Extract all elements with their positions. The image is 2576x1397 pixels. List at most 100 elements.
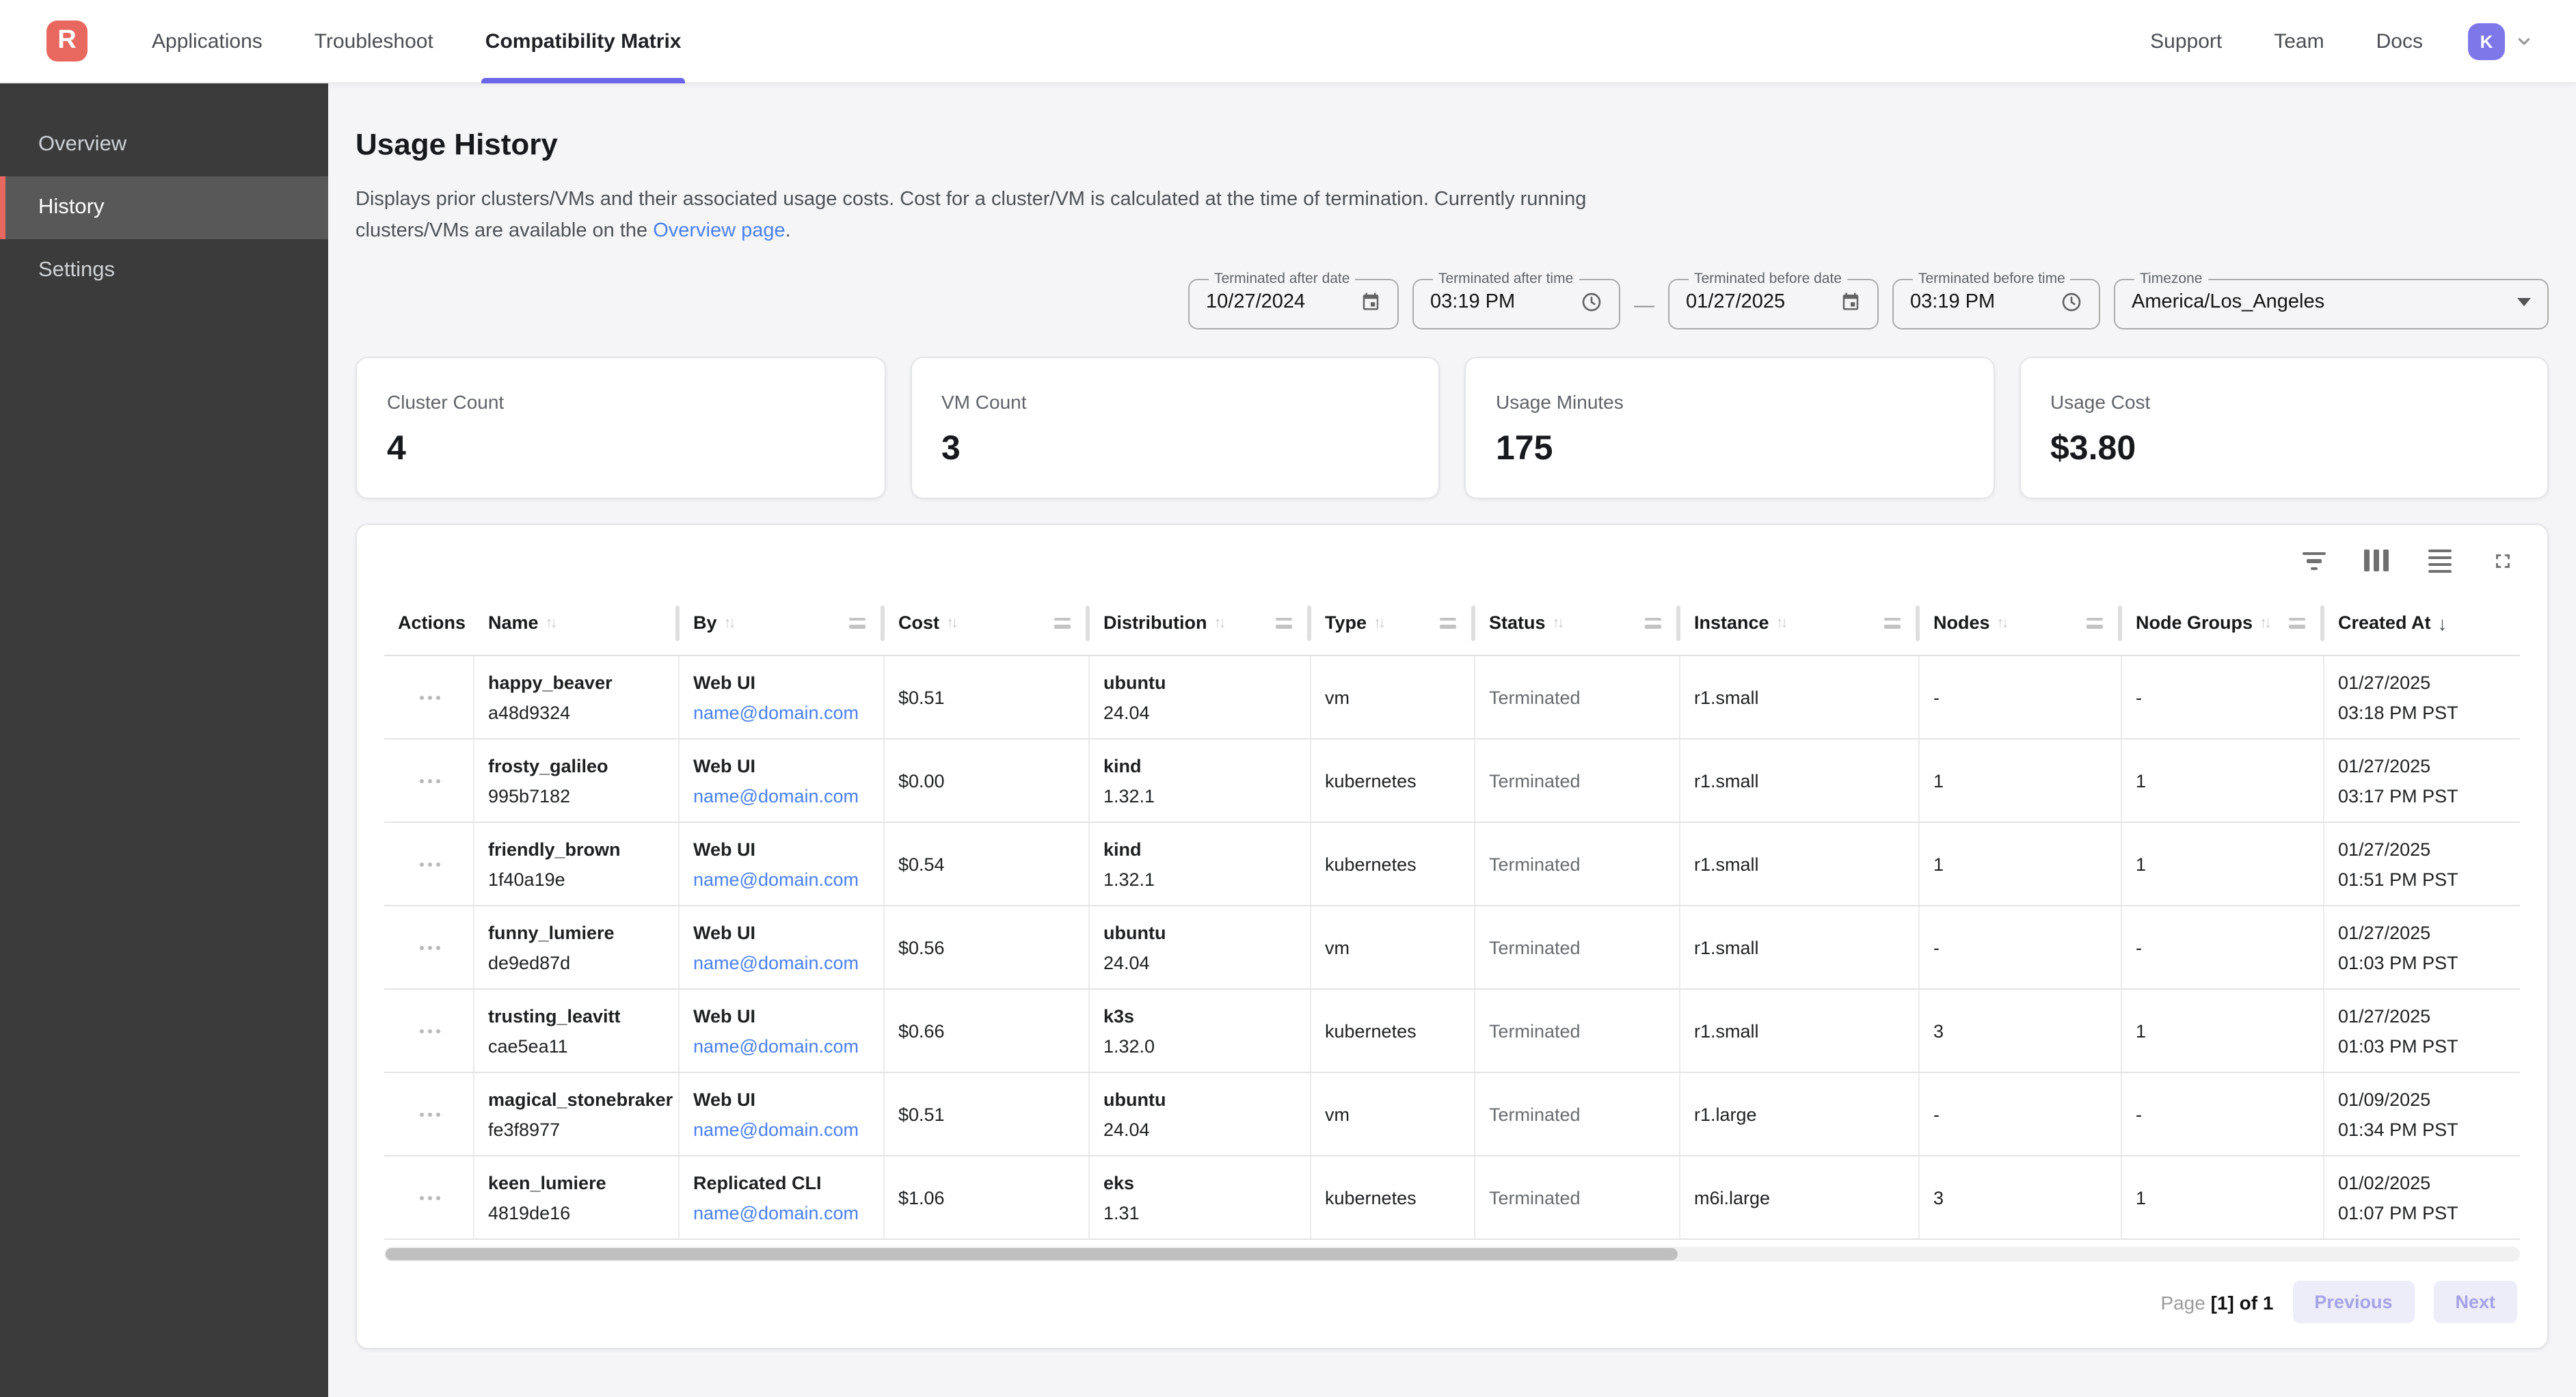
- type-cell: kubernetes: [1311, 990, 1475, 1072]
- type-cell: vm: [1311, 907, 1475, 989]
- instance-cell: m6i.large: [1680, 1157, 1920, 1239]
- email-link[interactable]: name@domain.com: [693, 1203, 872, 1223]
- column-menu-icon[interactable]: [1884, 618, 1901, 629]
- account-menu-button[interactable]: K: [2468, 23, 2535, 59]
- row-actions-button[interactable]: [398, 1029, 462, 1033]
- terminated-before-time-field[interactable]: Terminated before time 03:19 PM: [1892, 273, 2100, 330]
- column-header-cost[interactable]: Cost ↑↓: [885, 591, 1090, 655]
- type-cell: kubernetes: [1311, 1157, 1475, 1239]
- type-value: vm: [1325, 938, 1463, 958]
- horizontal-scrollbar-track[interactable]: [384, 1247, 2520, 1262]
- sort-icon[interactable]: ↑↓: [1553, 615, 1562, 632]
- sort-icon[interactable]: ↑↓: [1373, 615, 1383, 632]
- column-header-distribution[interactable]: Distribution↑↓: [1090, 591, 1311, 655]
- created-at-cell: 01/09/2025 01:34 PM PST: [2324, 1074, 2523, 1156]
- email-link[interactable]: name@domain.com: [693, 703, 872, 723]
- calendar-icon[interactable]: [1840, 292, 1861, 312]
- column-menu-icon[interactable]: [1440, 618, 1456, 629]
- stat-card-usage-cost: Usage Cost $3.80: [2019, 357, 2549, 500]
- column-header-created-at[interactable]: Created At ↓: [2324, 591, 2523, 655]
- column-header-status[interactable]: Status↑↓: [1475, 591, 1680, 655]
- column-label: Created At: [2338, 613, 2431, 634]
- column-header-name[interactable]: Name↑↓: [474, 591, 680, 655]
- distribution-cell: kind 1.32.1: [1090, 740, 1311, 822]
- node-groups-cell: -: [2122, 1074, 2324, 1156]
- usage-table: Actions Name↑↓ By↑↓ Cost↑↓ Distribution↑…: [384, 591, 2520, 1240]
- row-actions-button[interactable]: [398, 1195, 462, 1200]
- email-link[interactable]: name@domain.com: [693, 786, 872, 806]
- row-actions-button[interactable]: [398, 1112, 462, 1117]
- column-menu-icon[interactable]: [849, 618, 866, 629]
- overview-page-link[interactable]: Overview page: [653, 220, 785, 242]
- stat-cards-row: Cluster Count 4 VM Count 3 Usage Minutes…: [355, 357, 2549, 500]
- email-link[interactable]: name@domain.com: [693, 1036, 872, 1057]
- sort-icon[interactable]: ↑↓: [1997, 615, 2007, 632]
- column-header-node-groups[interactable]: Node Groups↑↓: [2122, 591, 2324, 655]
- actions-cell: [384, 657, 474, 739]
- row-actions-button[interactable]: [398, 695, 462, 700]
- cluster-name: magical_stonebraker: [488, 1089, 667, 1110]
- link-docs[interactable]: Docs: [2350, 29, 2449, 53]
- column-header-nodes[interactable]: Nodes↑↓: [1920, 591, 2122, 655]
- density-icon[interactable]: [2424, 546, 2454, 576]
- dropdown-arrow-icon[interactable]: [2517, 298, 2531, 306]
- distribution-cell: k3s 1.32.0: [1090, 990, 1311, 1072]
- column-label: Cost: [898, 613, 939, 634]
- column-menu-icon[interactable]: [1054, 618, 1071, 629]
- sort-icon[interactable]: ↑↓: [946, 615, 956, 632]
- terminated-before-date-field[interactable]: Terminated before date 01/27/2025: [1668, 273, 1879, 330]
- created-time: 01:03 PM PST: [2338, 1036, 2512, 1057]
- row-actions-button[interactable]: [398, 778, 462, 783]
- email-link[interactable]: name@domain.com: [693, 1120, 872, 1140]
- table-row: frosty_galileo 995b7182 Web UI name@doma…: [384, 740, 2520, 824]
- column-menu-icon[interactable]: [1645, 618, 1661, 629]
- link-team[interactable]: Team: [2248, 29, 2350, 53]
- clock-icon[interactable]: [2061, 291, 2082, 313]
- horizontal-scrollbar-thumb[interactable]: [386, 1249, 1678, 1261]
- nodes-cell: 3: [1920, 990, 2122, 1072]
- next-page-button[interactable]: Next: [2433, 1281, 2517, 1324]
- filter-icon[interactable]: [2298, 546, 2329, 576]
- column-header-instance[interactable]: Instance↑↓: [1680, 591, 1920, 655]
- instance-value: r1.large: [1694, 1104, 1907, 1125]
- calendar-icon[interactable]: [1360, 292, 1381, 312]
- fullscreen-icon[interactable]: [2487, 546, 2517, 576]
- columns-icon[interactable]: [2361, 546, 2391, 576]
- terminated-after-time-field[interactable]: Terminated after time 03:19 PM: [1412, 273, 1620, 330]
- column-menu-icon[interactable]: [1276, 618, 1292, 629]
- cost-cell: $0.56: [885, 907, 1090, 989]
- sort-icon[interactable]: ↑↓: [1214, 615, 1224, 632]
- sort-icon[interactable]: ↑↓: [2259, 615, 2269, 632]
- cost-cell: $0.51: [885, 1074, 1090, 1156]
- replicated-logo[interactable]: R: [46, 21, 88, 62]
- tab-compatibility-matrix[interactable]: Compatibility Matrix: [459, 0, 708, 83]
- column-header-by[interactable]: By↑↓: [680, 591, 885, 655]
- terminated-after-date-field[interactable]: Terminated after date 10/27/2024: [1188, 273, 1399, 330]
- sort-icon[interactable]: ↑↓: [1776, 615, 1786, 632]
- column-menu-icon[interactable]: [2087, 618, 2103, 629]
- tab-troubleshoot[interactable]: Troubleshoot: [289, 0, 459, 83]
- cost-cell: $0.00: [885, 740, 1090, 822]
- sidebar-item-history[interactable]: History: [0, 176, 328, 239]
- link-support[interactable]: Support: [2124, 29, 2248, 53]
- distribution-cell: kind 1.32.1: [1090, 824, 1311, 906]
- row-actions-button[interactable]: [398, 862, 462, 867]
- sort-icon[interactable]: ↑↓: [724, 615, 734, 632]
- name-cell: keen_lumiere 4819de16: [474, 1157, 680, 1239]
- table-row: keen_lumiere 4819de16 Replicated CLI nam…: [384, 1157, 2520, 1240]
- column-menu-icon[interactable]: [2289, 618, 2305, 629]
- by-source: Web UI: [693, 923, 872, 943]
- sidebar-item-overview[interactable]: Overview: [0, 113, 328, 176]
- clock-icon[interactable]: [1581, 291, 1602, 313]
- column-header-type[interactable]: Type↑↓: [1311, 591, 1475, 655]
- email-link[interactable]: name@domain.com: [693, 953, 872, 973]
- sort-desc-icon[interactable]: ↓: [2438, 612, 2447, 634]
- row-actions-button[interactable]: [398, 945, 462, 950]
- actions-cell: [384, 1157, 474, 1239]
- sidebar-item-settings[interactable]: Settings: [0, 239, 328, 302]
- timezone-select[interactable]: Timezone America/Los_Angeles: [2114, 273, 2549, 330]
- previous-page-button[interactable]: Previous: [2292, 1281, 2414, 1324]
- email-link[interactable]: name@domain.com: [693, 869, 872, 890]
- tab-applications[interactable]: Applications: [126, 0, 289, 83]
- sort-icon[interactable]: ↑↓: [546, 615, 555, 632]
